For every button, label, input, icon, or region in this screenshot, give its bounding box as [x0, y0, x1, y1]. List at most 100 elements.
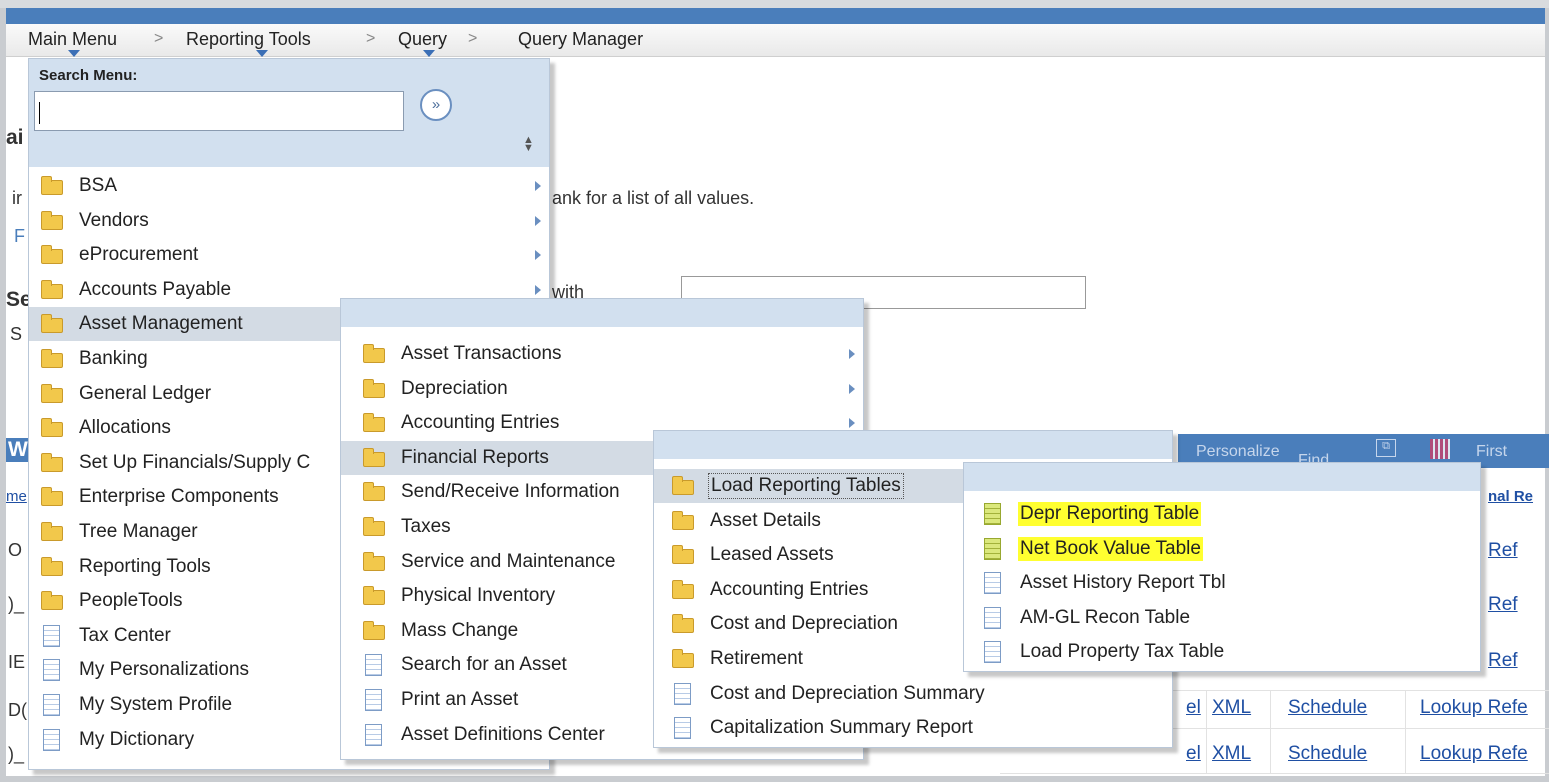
menu-item-label: Search for an Asset — [401, 654, 567, 676]
page-text-fragment: S — [10, 324, 23, 344]
folder-icon — [41, 245, 63, 265]
lookup-ref-link[interactable]: Ref — [1488, 650, 1518, 672]
folder-icon — [41, 452, 63, 472]
folder-icon — [363, 620, 385, 640]
schedule-link[interactable]: Schedule — [1288, 743, 1367, 765]
folder-icon — [363, 517, 385, 536]
first-link[interactable]: First — [1476, 443, 1507, 461]
document-icon — [43, 728, 60, 751]
xml-link[interactable]: XML — [1212, 697, 1251, 719]
menu-item-label: Capitalization Summary Report — [710, 717, 973, 739]
menu-item-label: My Dictionary — [79, 728, 195, 750]
menu-item-bsa[interactable]: BSA — [29, 169, 549, 203]
menu-item-label: Financial Reports — [401, 446, 549, 468]
menu-item-net-book-value-table[interactable]: Net Book Value Table — [964, 532, 1480, 566]
document-icon — [674, 717, 691, 740]
column-header-fragment[interactable]: nal Re — [1488, 488, 1533, 505]
menu-item-label: Depr Reporting Table — [1018, 502, 1202, 526]
chevron-down-icon[interactable] — [423, 50, 435, 57]
xml-link[interactable]: XML — [1212, 743, 1251, 765]
menu-item-label: Accounting Entries — [710, 578, 869, 600]
chevron-right-icon — [535, 284, 541, 295]
schedule-link[interactable]: Schedule — [1288, 697, 1367, 719]
menu-item-depreciation[interactable]: Depreciation — [341, 372, 863, 406]
page-text-fragment: ir — [12, 188, 22, 208]
menu-item-eprocurement[interactable]: eProcurement — [29, 238, 549, 272]
row-text-fragment: D( — [8, 700, 27, 720]
breadcrumb-separator: > — [366, 30, 376, 47]
menu-item-label: Cost and Depreciation — [710, 613, 898, 635]
page-link-fragment[interactable]: F — [14, 226, 25, 247]
folder-icon — [672, 476, 694, 495]
menu-item-label: Asset History Report Tbl — [1020, 572, 1226, 594]
menu-item-label: My Personalizations — [79, 659, 250, 681]
document-icon — [984, 641, 1001, 664]
menu-item-label: Load Property Tax Table — [1020, 641, 1225, 663]
chevron-right-icon — [849, 383, 855, 394]
document-icon — [43, 624, 60, 647]
breadcrumb-main-menu[interactable]: Main Menu — [28, 29, 117, 50]
menu-item-label: BSA — [79, 175, 118, 196]
menu-item-am-gl-recon-table[interactable]: AM-GL Recon Table — [964, 601, 1480, 635]
excel-link[interactable]: el — [1186, 743, 1201, 765]
page-title-fragment: ai — [6, 126, 24, 149]
menu-item-label: My System Profile — [79, 694, 233, 715]
download-icon[interactable] — [1430, 439, 1450, 459]
view-all-icon[interactable]: ⧉ — [1376, 439, 1396, 457]
menu-item-label: Banking — [79, 348, 148, 369]
excel-link[interactable]: el — [1186, 697, 1201, 719]
menu-item-load-property-tax-table[interactable]: Load Property Tax Table — [964, 635, 1480, 669]
chevron-down-icon[interactable] — [256, 50, 268, 57]
menu-item-vendors[interactable]: Vendors — [29, 204, 549, 238]
document-icon — [365, 723, 382, 746]
search-menu-panel: Search Menu: » ▲ ▼ — [29, 59, 549, 167]
menu-item-label: Load Reporting Tables — [708, 473, 904, 499]
menu-item-label: Vendors — [79, 209, 149, 231]
menu-item-label: Leased Assets — [710, 544, 834, 566]
menu-item-label: AM-GL Recon Table — [1020, 606, 1191, 628]
folder-icon — [41, 349, 63, 368]
document-icon — [43, 694, 60, 716]
submenu-header — [654, 431, 1172, 459]
breadcrumb-query[interactable]: Query — [398, 29, 447, 50]
menu-item-cost-and-depreciation-summary[interactable]: Cost and Depreciation Summary — [654, 677, 1172, 711]
folder-icon — [363, 344, 385, 363]
folder-icon — [363, 447, 385, 467]
personalize-link[interactable]: Personalize — [1196, 443, 1280, 461]
search-go-button[interactable]: » — [420, 89, 452, 121]
document-icon — [674, 682, 691, 705]
window-top-border — [0, 0, 1549, 8]
menu-item-label: Service and Maintenance — [401, 550, 616, 572]
menu-item-label: Asset Management — [79, 313, 243, 335]
row-text-fragment: )_ — [8, 744, 25, 764]
menu-item-asset-transactions[interactable]: Asset Transactions — [341, 337, 863, 371]
menu-item-label: Accounting Entries — [401, 412, 560, 434]
lookup-ref-link[interactable]: Ref — [1488, 540, 1518, 562]
menu-item-capitalization-summary-report[interactable]: Capitalization Summary Report — [654, 711, 1172, 745]
document-icon — [365, 654, 382, 677]
lookup-ref-link[interactable]: Lookup Refe — [1420, 743, 1528, 765]
document-icon — [365, 689, 382, 711]
lookup-ref-link[interactable]: Lookup Refe — [1420, 697, 1528, 719]
breadcrumb-query-manager[interactable]: Query Manager — [518, 29, 643, 50]
folder-icon — [41, 487, 63, 507]
document-icon — [984, 572, 1001, 595]
menu-item-depr-reporting-table[interactable]: Depr Reporting Table — [964, 497, 1480, 531]
search-menu-input[interactable] — [34, 91, 404, 131]
breadcrumb-reporting-tools[interactable]: Reporting Tools — [186, 29, 311, 50]
menu-item-asset-history-report-tbl[interactable]: Asset History Report Tbl — [964, 566, 1480, 600]
grid-title-fragment: W — [6, 438, 30, 462]
column-header-fragment[interactable]: me — [6, 488, 27, 505]
folder-icon — [41, 383, 63, 403]
load-reporting-tables-submenu: Depr Reporting Table Net Book Value Table… — [963, 462, 1481, 672]
row-text-fragment: O — [8, 540, 23, 560]
folder-icon — [41, 210, 63, 230]
menu-item-label: Send/Receive Information — [401, 481, 620, 503]
menu-item-label: Asset Details — [710, 509, 821, 531]
menu-item-label: Enterprise Components — [79, 486, 279, 508]
header-band — [6, 8, 1545, 24]
chevron-down-icon[interactable] — [68, 50, 80, 57]
sort-arrows-icon[interactable]: ▲ ▼ — [523, 135, 534, 154]
chevron-right-icon — [535, 181, 541, 191]
lookup-ref-link[interactable]: Ref — [1488, 594, 1518, 616]
